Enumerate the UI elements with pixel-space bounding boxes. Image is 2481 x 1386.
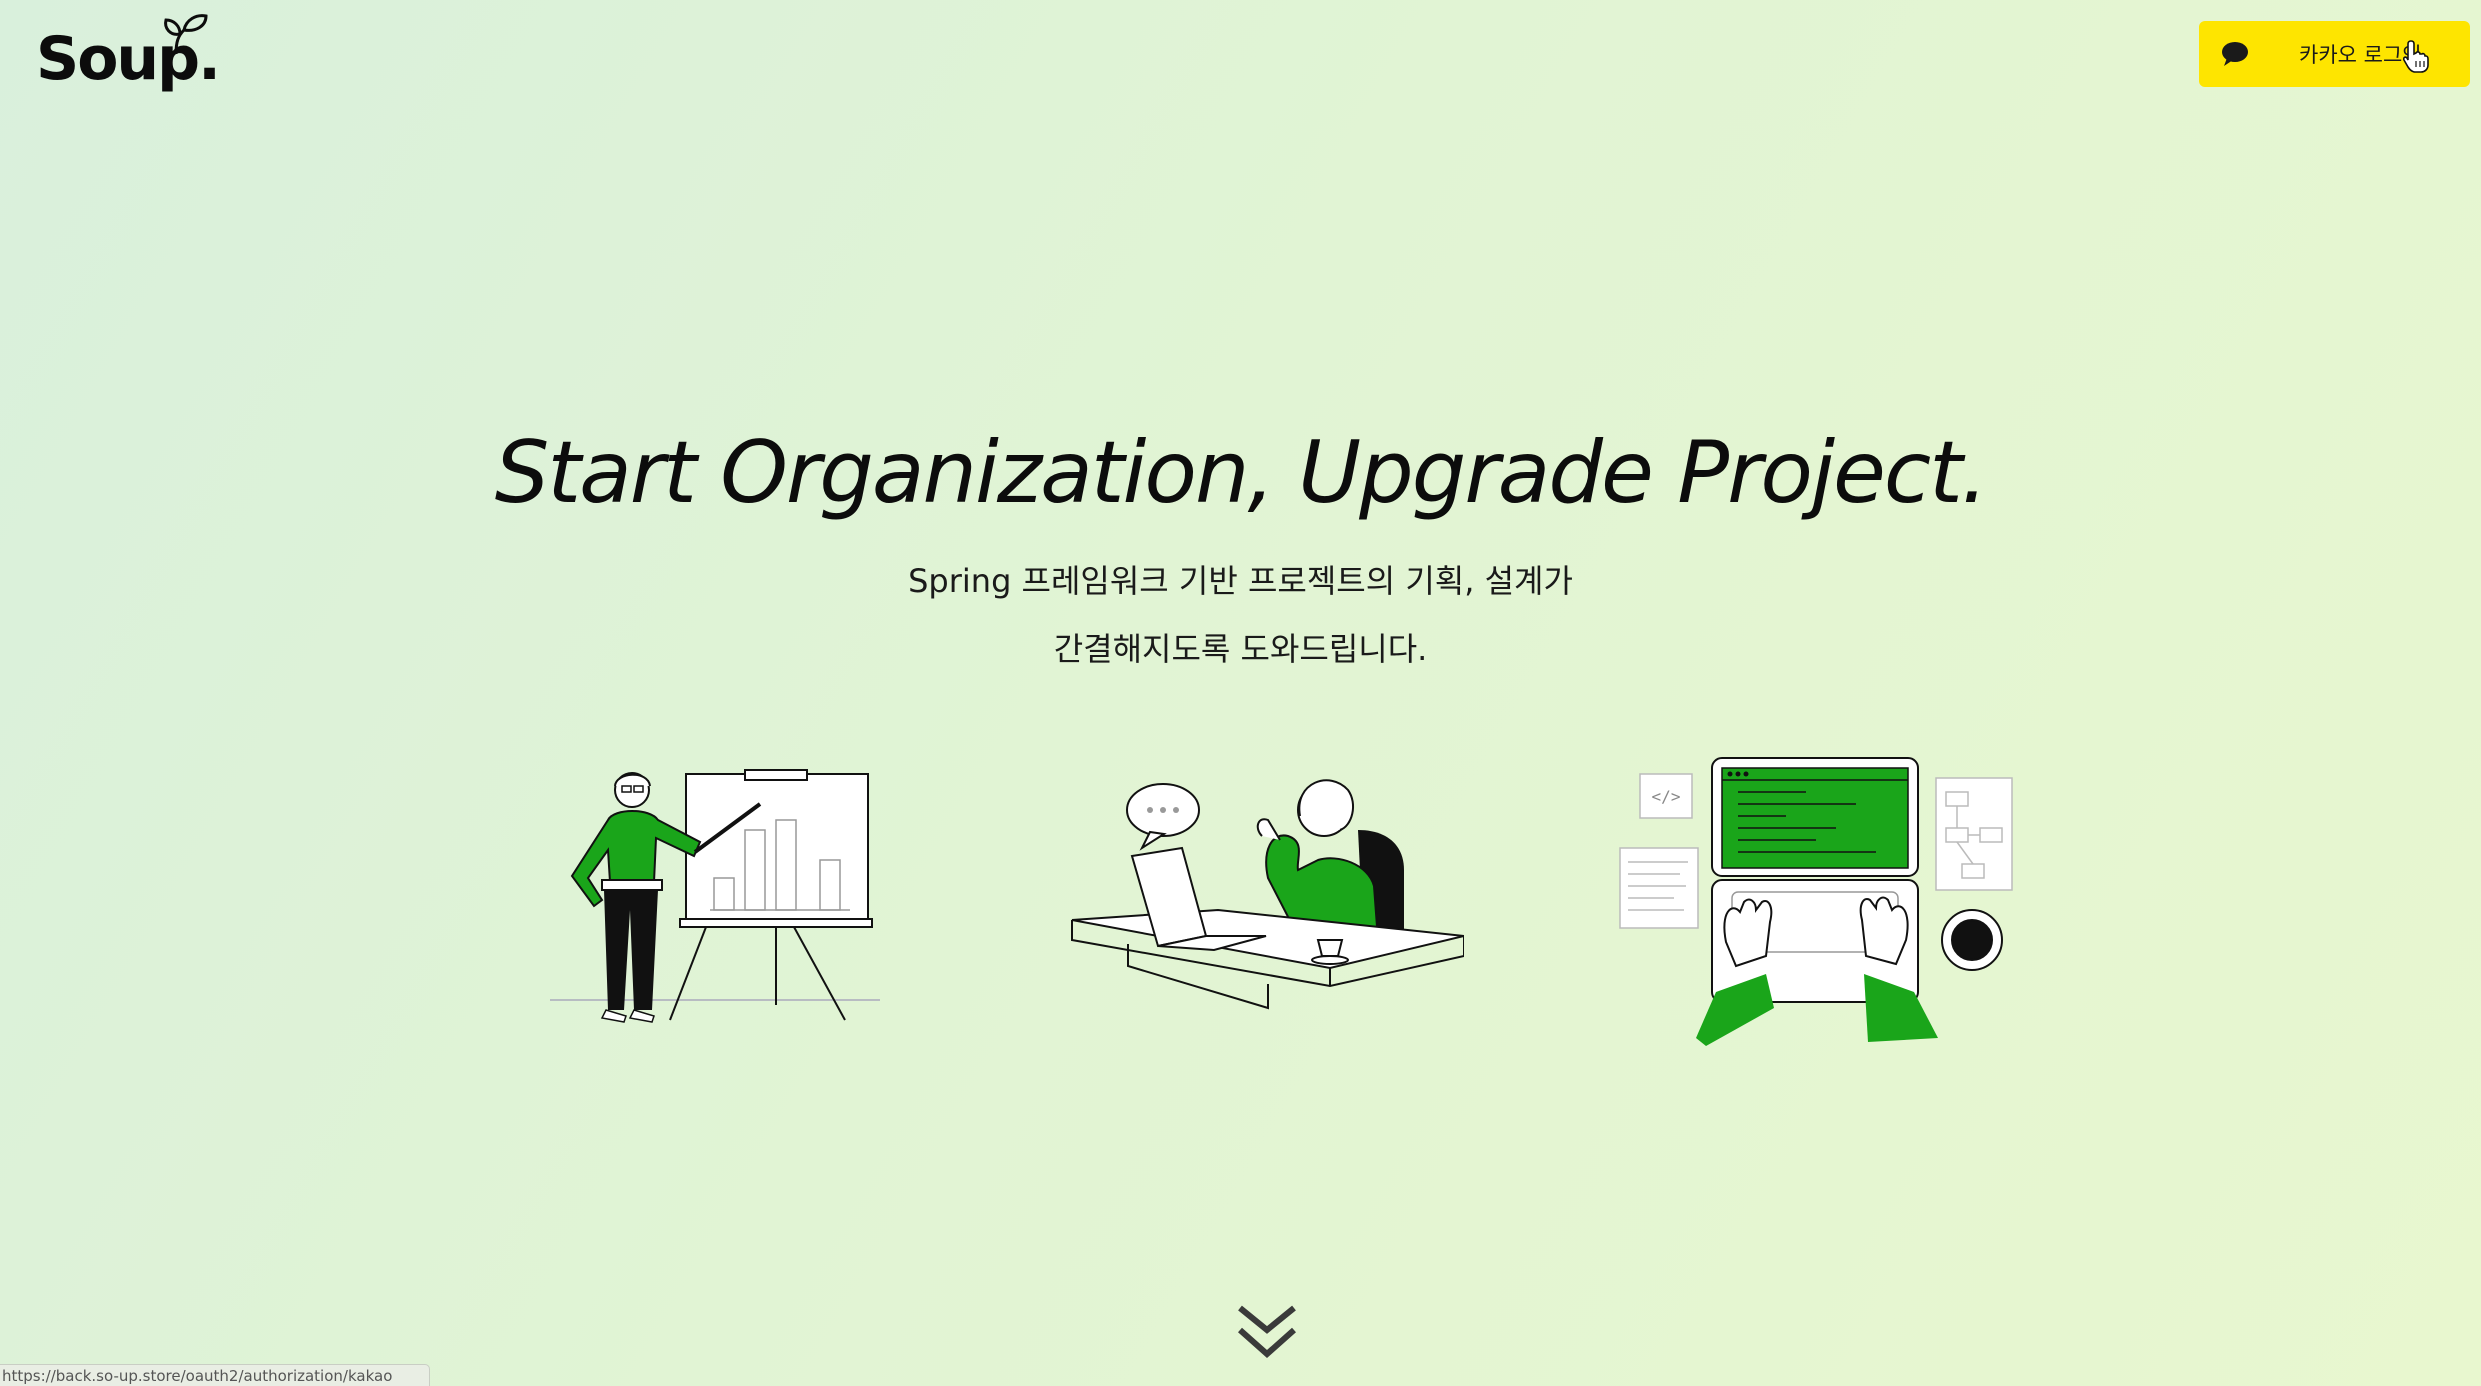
- logo[interactable]: Soup.: [36, 14, 221, 94]
- hero-subtitle-line1: Spring 프레임워크 기반 프로젝트의 기획, 설계가: [908, 562, 1573, 600]
- status-bar-url: https://back.so-up.store/oauth2/authoriz…: [0, 1364, 430, 1386]
- presenter-illustration: [550, 769, 880, 1023]
- hero-title: Start Organization, Upgrade Project.: [494, 423, 1988, 523]
- coder-illustration: </>: [1619, 757, 2013, 1046]
- hand-cursor-icon: [2403, 40, 2429, 73]
- kakao-login-button[interactable]: 카카오 로그인: [2199, 21, 2470, 87]
- header: Soup. 카카오 로그인: [0, 0, 2481, 110]
- sprout-icon: [164, 14, 208, 54]
- double-chevron-down-icon[interactable]: [1234, 1300, 1300, 1364]
- svg-text:</>: </>: [1652, 787, 1681, 806]
- hero-subtitle-line2: 간결해지도록 도와드립니다.: [1053, 630, 1428, 668]
- consultant-illustration: [1071, 779, 1464, 1010]
- kakao-chat-icon: [2222, 42, 2248, 66]
